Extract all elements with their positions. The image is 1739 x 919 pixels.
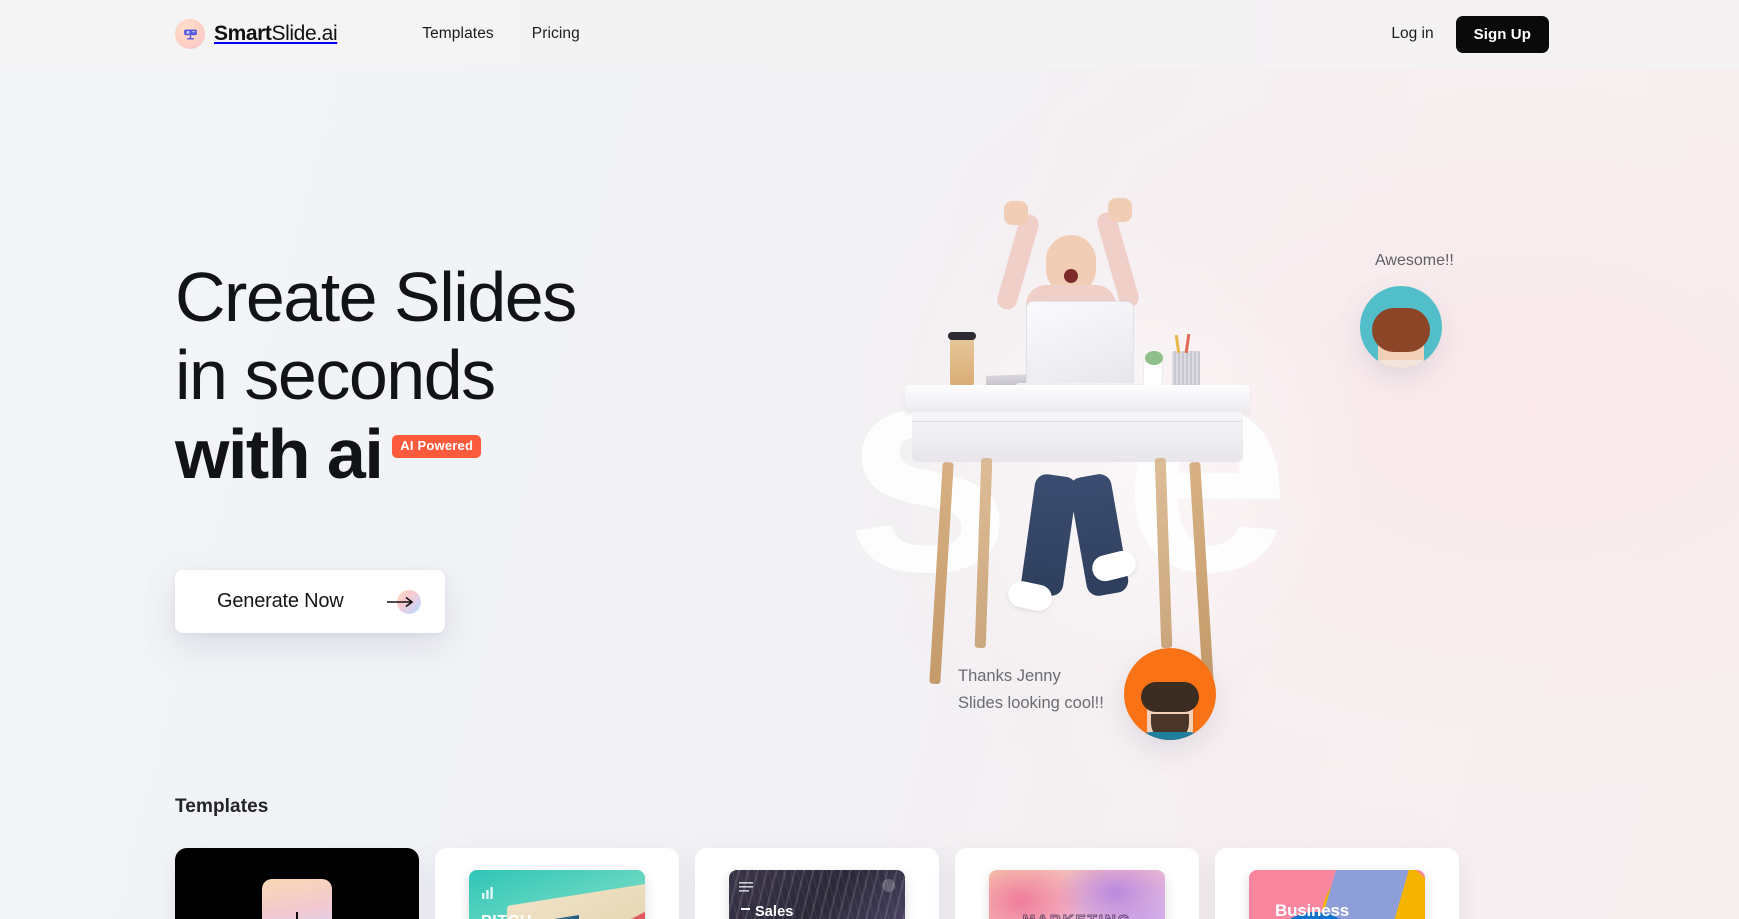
- mkt-label-line-1: MARKETING: [989, 910, 1165, 919]
- logo-badge-icon: [882, 879, 895, 892]
- avatar-thanks: [1124, 648, 1216, 740]
- signup-button[interactable]: Sign Up: [1455, 15, 1549, 53]
- avatar-shirt: [1137, 732, 1203, 740]
- desk-plant: [1143, 351, 1163, 387]
- generate-now-label: Generate Now: [217, 590, 344, 612]
- template-label-sales-report: Sales Report: [741, 904, 793, 919]
- avatar-face: [1368, 308, 1434, 368]
- avatar-face: [1137, 682, 1203, 740]
- template-thumb-pitch-deck: PITCH DECK: [469, 870, 645, 919]
- person-mouth: [1064, 269, 1078, 283]
- avatar-hair: [1141, 682, 1199, 712]
- brand-name-bold: Smart: [214, 22, 272, 45]
- testimonial-awesome: Awesome!!: [1360, 252, 1454, 368]
- coffee-cup: [948, 332, 976, 388]
- template-card-sales-report[interactable]: Sales Report: [695, 848, 939, 919]
- template-label-marketing-plan: MARKETING PLAN: [989, 910, 1165, 919]
- header-actions: Log in Sign Up: [1391, 15, 1549, 53]
- dash-icon: [741, 908, 750, 911]
- template-card-marketing-plan[interactable]: MARKETING PLAN: [955, 848, 1199, 919]
- avatar-awesome: [1360, 286, 1442, 368]
- brand-name: SmartSlide.ai: [214, 22, 338, 46]
- laptop-screen: [1026, 301, 1134, 386]
- headline-line-2: in seconds: [175, 336, 496, 415]
- headline-line-3-text: with ai: [175, 414, 384, 493]
- biz-label-line-1: Business: [1275, 901, 1349, 919]
- page-title: Create Slides in seconds with ai AI Power…: [175, 258, 875, 493]
- sales-label-text-1: Sales: [755, 904, 794, 919]
- person-fist-left: [1004, 201, 1028, 225]
- site-header: SmartSlide.ai Templates Pricing Log in S…: [0, 0, 1739, 68]
- desk-top: [905, 385, 1250, 413]
- template-thumb-marketing-plan: MARKETING PLAN: [989, 870, 1165, 919]
- sales-label-line-1: Sales: [741, 904, 793, 919]
- desk-leg-back-left: [974, 457, 993, 649]
- hero-illustration: [900, 153, 1300, 713]
- desk-leg-back-right: [1154, 457, 1173, 649]
- headline-line-1: Create Slides: [175, 258, 577, 336]
- templates-row: PITCH DECK: [175, 848, 1459, 919]
- login-link[interactable]: Log in: [1391, 25, 1433, 43]
- headline-line-3: with ai AI Powered: [175, 415, 875, 493]
- pitch-label-line-1: PITCH: [481, 913, 532, 919]
- main-nav: Templates Pricing: [422, 25, 580, 43]
- chart-icon: [481, 886, 494, 905]
- hamburger-menu-icon: [739, 880, 753, 898]
- testimonial-thanks-line-2: Slides looking cool!!: [958, 694, 1104, 713]
- avatar-hair: [1372, 308, 1430, 352]
- testimonial-awesome-text: Awesome!!: [1375, 252, 1454, 269]
- brand-logo[interactable]: SmartSlide.ai: [175, 19, 338, 49]
- brand-name-light: Slide.ai: [271, 22, 338, 45]
- template-card-pitch-deck[interactable]: PITCH DECK: [435, 848, 679, 919]
- generate-now-button[interactable]: Generate Now: [175, 570, 445, 633]
- nav-templates[interactable]: Templates: [422, 25, 494, 43]
- testimonial-thanks-line-1: Thanks Jenny: [958, 667, 1061, 685]
- desk-drawer: [912, 412, 1243, 462]
- template-label-business-overview: Business Overview: [1275, 900, 1349, 919]
- person-fist-right: [1108, 198, 1132, 222]
- ai-powered-badge: AI Powered: [392, 434, 482, 459]
- template-card-new[interactable]: [175, 848, 419, 919]
- template-label-pitch-deck: PITCH DECK: [481, 913, 532, 919]
- testimonial-thanks-text: Thanks Jenny Slides looking cool!!: [958, 663, 1104, 717]
- template-card-business-overview[interactable]: Business Overview: [1215, 848, 1459, 919]
- template-thumb-business-overview: Business Overview: [1249, 870, 1425, 919]
- hero-section: s e Create Slides in seconds with ai AI P…: [0, 68, 1739, 919]
- desk-leg-front-left: [929, 461, 954, 685]
- arrow-right-icon: [387, 588, 421, 616]
- template-thumb-sales-report: Sales Report: [729, 870, 905, 919]
- nav-pricing[interactable]: Pricing: [532, 25, 580, 43]
- pencil-cup: [1172, 351, 1200, 389]
- avatar-shirt: [1368, 360, 1434, 368]
- projector-icon: [175, 19, 205, 49]
- templates-heading: Templates: [175, 796, 269, 817]
- plus-icon: [262, 879, 332, 919]
- landing-page: SmartSlide.ai Templates Pricing Log in S…: [0, 0, 1739, 919]
- testimonial-thanks: [1124, 648, 1216, 740]
